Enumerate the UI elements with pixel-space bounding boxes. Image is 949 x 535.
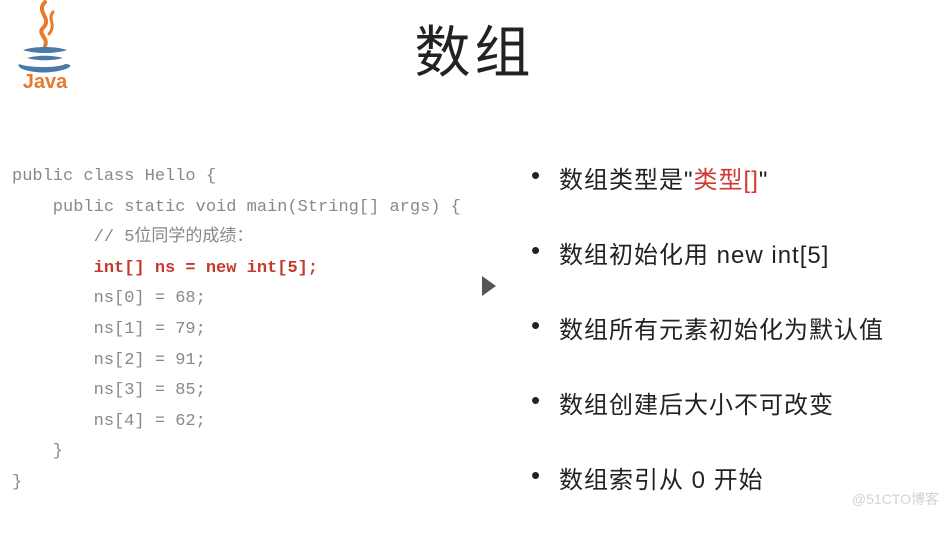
bullet-item: 数组类型是"类型[]" xyxy=(525,160,884,195)
code-line: public class Hello { xyxy=(12,167,216,186)
bullet-item: 数组所有元素初始化为默认值 xyxy=(525,310,884,345)
slide-title: 数组 xyxy=(0,8,949,89)
bullet-text: " xyxy=(759,167,769,194)
code-line: ns[1] = 79; xyxy=(12,320,206,339)
bullet-item: 数组索引从 0 开始 xyxy=(525,460,884,495)
code-line: ns[3] = 85; xyxy=(12,381,206,400)
watermark: @51CTO博客 xyxy=(852,489,939,509)
code-line: } xyxy=(12,442,63,461)
bullet-list: 数组类型是"类型[]" 数组初始化用 new int[5] 数组所有元素初始化为… xyxy=(525,160,884,535)
bullet-text: 数组所有元素初始化为默认值 xyxy=(559,317,884,344)
bullet-red-text: 类型[] xyxy=(694,167,759,194)
code-line-highlight: int[] ns = new int[5]; xyxy=(12,259,318,278)
code-block: public class Hello { public static void … xyxy=(12,162,461,499)
code-line: ns[0] = 68; xyxy=(12,289,206,308)
bullet-item: 数组初始化用 new int[5] xyxy=(525,235,884,270)
code-line: ns[2] = 91; xyxy=(12,351,206,370)
bullet-text: 数组类型是" xyxy=(559,167,694,194)
bullet-text: 数组索引从 0 开始 xyxy=(559,467,764,494)
code-line: } xyxy=(12,473,22,492)
play-icon[interactable] xyxy=(482,276,496,296)
bullet-item: 数组创建后大小不可改变 xyxy=(525,385,884,420)
bullet-text: 数组创建后大小不可改变 xyxy=(559,392,834,419)
code-line: // 5位同学的成绩： xyxy=(12,228,253,247)
bullet-text: 数组初始化用 new int[5] xyxy=(559,242,829,269)
code-line: public static void main(String[] args) { xyxy=(12,198,461,217)
code-line: ns[4] = 62; xyxy=(12,412,206,431)
